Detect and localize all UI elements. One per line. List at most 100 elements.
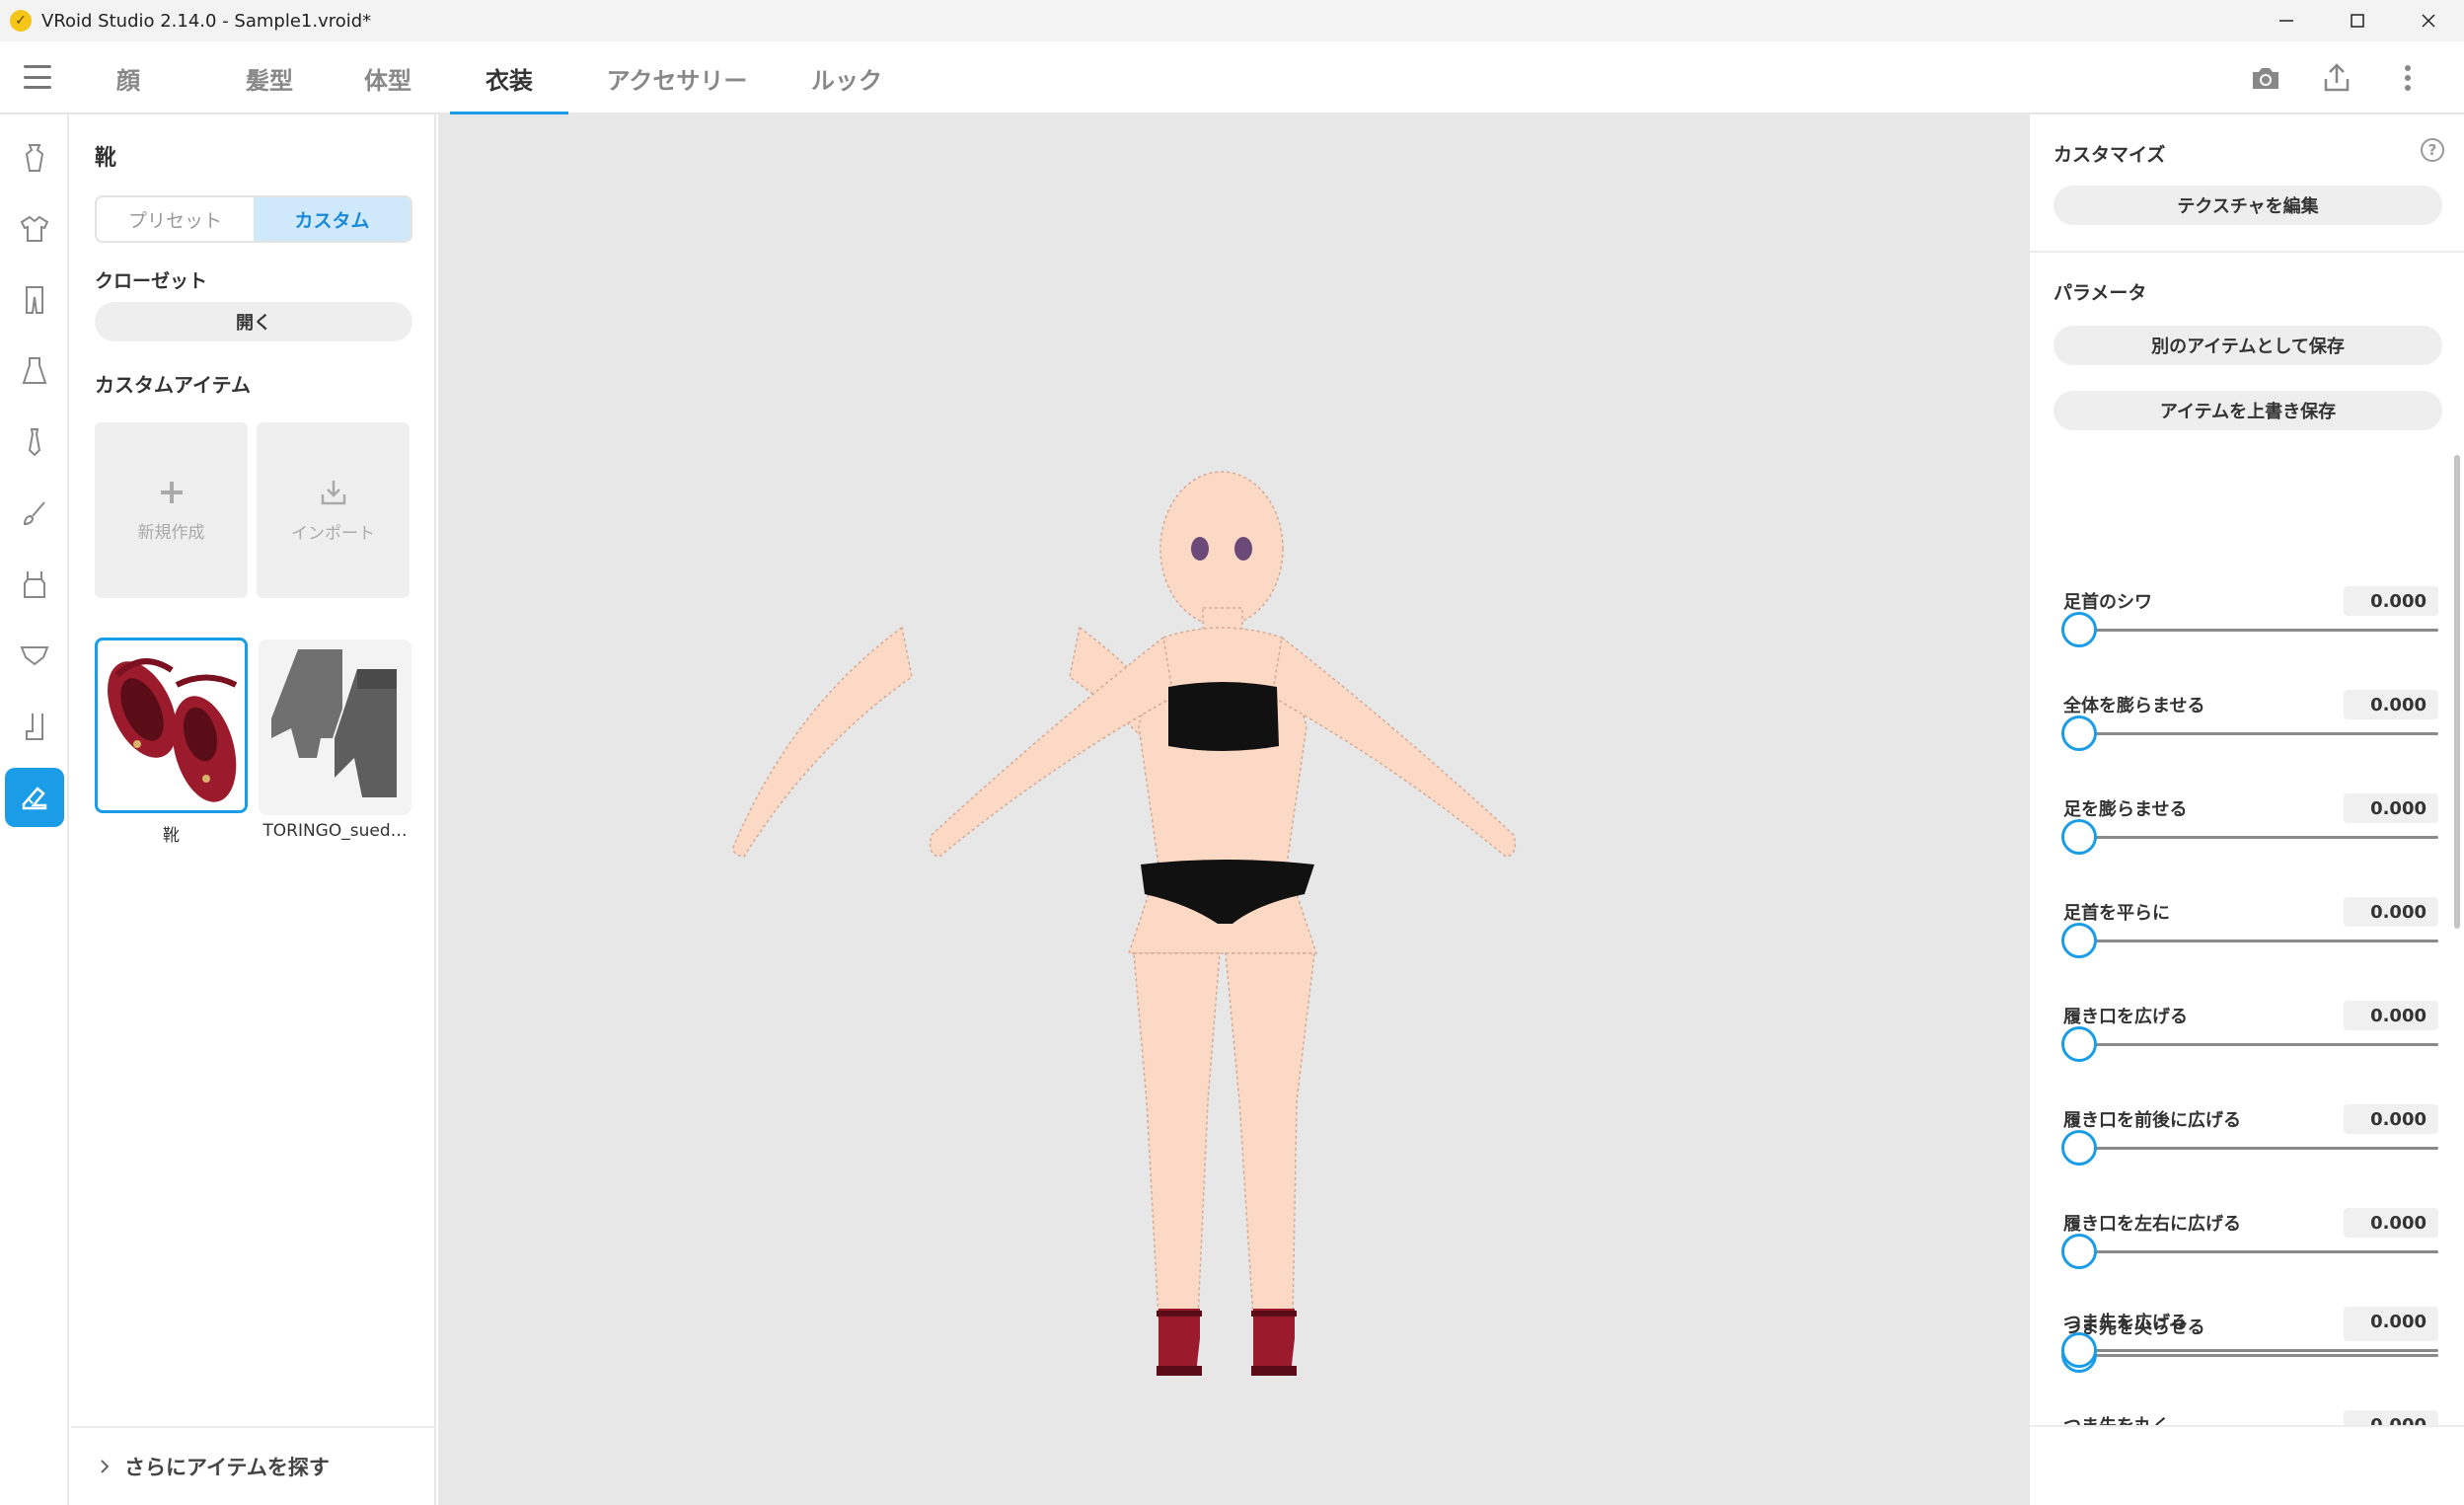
title-bar: ✓ VRoid Studio 2.14.0 - Sample1.vroid*: [0, 0, 2464, 41]
overwrite-item-button[interactable]: アイテムを上書き保存: [2053, 391, 2442, 430]
slider-track[interactable]: [2063, 1250, 2438, 1253]
window-controls: [2251, 0, 2464, 41]
slider-track[interactable]: [2063, 732, 2438, 735]
parameter-label: 履き口を広げる: [2063, 1007, 2188, 1027]
item-caption: 靴: [163, 826, 180, 846]
slider-handle[interactable]: [2061, 715, 2097, 751]
parameter-row: 履き口を広げる 0.000: [2061, 1001, 2438, 1106]
closet-label: クローゼット: [95, 270, 208, 292]
slider-handle[interactable]: [2061, 1332, 2097, 1368]
panel-title: 靴: [95, 146, 117, 171]
tab-accessory[interactable]: アクセサリー: [598, 41, 756, 114]
slider-handle[interactable]: [2061, 819, 2097, 855]
category-tabs: 顔 髪型 体型 衣装 アクセサリー ルック: [99, 41, 896, 116]
close-icon[interactable]: [2393, 0, 2464, 41]
parameter-value-field[interactable]: 0.000: [2344, 586, 2438, 616]
chevron-right-icon: [101, 1460, 110, 1473]
divider: [2030, 1425, 2464, 1427]
parameter-value-field[interactable]: 0.000: [2344, 897, 2438, 927]
slider-track[interactable]: [2063, 1147, 2438, 1150]
parameter-list: 足首のシワ 0.000 全体を膨らませる 0.000 足を膨らませる 0.000…: [2030, 455, 2464, 1442]
brush-icon[interactable]: [5, 484, 64, 543]
slider-track[interactable]: [2063, 1043, 2438, 1046]
parameter-value-field[interactable]: 0.000: [2344, 1208, 2438, 1238]
parameter-label: つま先を広げる: [2063, 1313, 2188, 1333]
shirt-icon[interactable]: [5, 199, 64, 259]
menu-icon[interactable]: [24, 65, 51, 89]
parameter-label: 足首を平らに: [2063, 903, 2170, 924]
parameter-row: 全体を膨らませる 0.000: [2061, 690, 2438, 795]
slider-track[interactable]: [2063, 836, 2438, 839]
top-actions: [2249, 41, 2425, 114]
tab-look[interactable]: ルック: [797, 41, 896, 114]
parameter-label: 履き口を前後に広げる: [2063, 1110, 2241, 1131]
parameter-value-field[interactable]: 0.000: [2344, 690, 2438, 719]
slider-handle[interactable]: [2061, 923, 2097, 958]
tab-outfit[interactable]: 衣装: [450, 41, 568, 116]
open-closet-button[interactable]: 開く: [95, 302, 412, 341]
slider-handle[interactable]: [2061, 1130, 2097, 1166]
red-shoes-image: [108, 658, 238, 802]
slider-handle[interactable]: [2061, 612, 2097, 647]
clipped-row-container: つま先を丸く 0.000: [2030, 1397, 2464, 1425]
parameters-title: パラメータ: [2053, 282, 2147, 304]
maximize-icon[interactable]: [2322, 0, 2393, 41]
shoes-icon[interactable]: [5, 768, 64, 827]
import-icon: [321, 480, 345, 504]
slider-track[interactable]: [2063, 629, 2438, 632]
minimize-icon[interactable]: [2251, 0, 2322, 41]
parameter-value-field[interactable]: 0.000: [2344, 1410, 2438, 1425]
parameter-row: 履き口を前後に広げる 0.000: [2061, 1104, 2438, 1210]
parameter-label: 足首のシワ: [2063, 592, 2152, 613]
slider-handle[interactable]: [2061, 1026, 2097, 1062]
vroid-logo-icon: ✓: [10, 10, 32, 32]
parameter-value-field[interactable]: 0.000: [2344, 1307, 2438, 1336]
window-title: VRoid Studio 2.14.0 - Sample1.vroid*: [41, 10, 372, 32]
scrollbar[interactable]: [2454, 455, 2460, 929]
pants-icon[interactable]: [5, 270, 64, 330]
new-item-button[interactable]: 新規作成: [95, 422, 248, 598]
item-thumbnail-gray-boots[interactable]: [259, 640, 411, 815]
preset-segment[interactable]: プリセット: [97, 197, 254, 241]
item-thumbnail-red-shoes[interactable]: [95, 638, 248, 813]
custom-segment[interactable]: カスタム: [254, 197, 411, 241]
parameter-row: つま先を丸く 0.000: [2063, 1410, 2438, 1425]
onepiece-icon[interactable]: [5, 341, 64, 401]
tab-hair[interactable]: 髪型: [233, 41, 306, 114]
category-rail: [0, 114, 69, 1505]
parameter-value-field[interactable]: 0.000: [2344, 793, 2438, 823]
socks-icon[interactable]: [5, 697, 64, 756]
tab-face[interactable]: 顔: [99, 41, 158, 114]
underwear-icon[interactable]: [5, 626, 64, 685]
model-viewport[interactable]: [438, 114, 2028, 1505]
tab-body[interactable]: 体型: [351, 41, 424, 114]
parameter-row: 履き口を左右に広げる 0.000: [2061, 1208, 2438, 1314]
inner-icon[interactable]: [5, 555, 64, 614]
plus-icon: [160, 481, 183, 503]
tie-icon[interactable]: [5, 413, 64, 472]
find-more-items[interactable]: さらにアイテムを探す: [71, 1426, 436, 1505]
camera-icon[interactable]: [2249, 61, 2282, 95]
parameter-row: 足首を平らに 0.000: [2061, 897, 2438, 1003]
slider-track[interactable]: [2063, 1349, 2438, 1352]
parameter-value-field[interactable]: 0.000: [2344, 1104, 2438, 1134]
export-icon[interactable]: [2320, 61, 2353, 95]
more-icon[interactable]: [2391, 61, 2425, 95]
parameter-label: 足を膨らませる: [2063, 799, 2188, 820]
import-button[interactable]: インポート: [257, 422, 410, 598]
slider-track[interactable]: [2063, 940, 2438, 942]
edit-texture-button[interactable]: テクスチャを編集: [2053, 186, 2442, 225]
item-caption: TORINGO_sued…: [262, 821, 408, 841]
tops-icon[interactable]: [5, 128, 64, 188]
new-item-label: 新規作成: [137, 522, 205, 543]
parameter-value-field[interactable]: 0.000: [2344, 1001, 2438, 1030]
help-icon[interactable]: ?: [2421, 138, 2444, 162]
preset-custom-toggle: プリセット カスタム: [95, 195, 412, 243]
save-as-new-item-button[interactable]: 別のアイテムとして保存: [2053, 326, 2442, 365]
gray-boots-image: [271, 649, 397, 797]
import-label: インポート: [291, 523, 375, 544]
divider: [2030, 251, 2464, 253]
find-more-label: さらにアイテムを探す: [124, 1456, 330, 1479]
right-panel: カスタマイズ ? テクスチャを編集 パラメータ 別のアイテムとして保存 アイテム…: [2028, 114, 2464, 1505]
slider-handle[interactable]: [2061, 1234, 2097, 1269]
